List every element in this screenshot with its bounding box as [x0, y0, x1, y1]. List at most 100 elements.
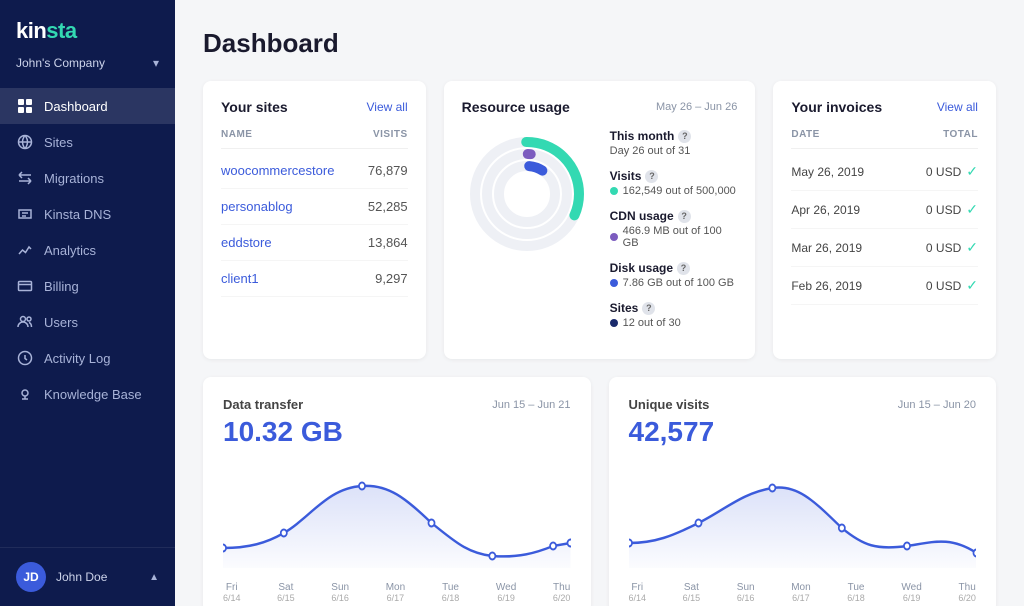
site-row: personablog 52,285	[221, 189, 408, 225]
chart-x-labels: Fri 6/14 Sat 6/15 Sun 6/16 Mon 6/17 Tue	[223, 582, 571, 603]
invoice-row: May 26, 2019 0 USD ✓	[791, 153, 978, 191]
invoice-total: 0 USD ✓	[926, 201, 978, 218]
stat-this-month: This month ? Day 26 out of 31	[610, 129, 738, 157]
site-name[interactable]: woocommercestore	[221, 163, 334, 178]
chart-label: Mon 6/17	[386, 582, 405, 603]
sidebar-item-dashboard[interactable]: Dashboard	[0, 88, 175, 124]
sidebar-item-label: Analytics	[44, 243, 96, 258]
sidebar-item-label: Migrations	[44, 171, 104, 186]
site-name[interactable]: eddstore	[221, 235, 272, 250]
sidebar-item-label: Knowledge Base	[44, 387, 142, 402]
donut-chart	[462, 129, 592, 259]
invoice-date: Mar 26, 2019	[791, 241, 862, 255]
activity-log-icon	[16, 349, 34, 367]
resource-usage-card: Resource usage May 26 – Jun 26	[444, 81, 756, 359]
resource-content: This month ? Day 26 out of 31 Visits ?	[462, 129, 738, 341]
unique-visits-value: 42,577	[629, 416, 977, 448]
disk-help-icon[interactable]: ?	[677, 262, 690, 275]
invoices-card-header: Your invoices View all	[791, 99, 978, 115]
company-name: John's Company	[16, 56, 105, 70]
disk-dot	[610, 279, 618, 287]
company-selector[interactable]: John's Company ▾	[0, 56, 175, 84]
your-sites-card: Your sites View all NAME VISITS woocomme…	[203, 81, 426, 359]
stat-value: 162,549 out of 500,000	[610, 185, 738, 197]
chart-label: Sat 6/15	[683, 582, 701, 603]
stat-label: Sites ?	[610, 301, 738, 315]
sidebar-item-billing[interactable]: Billing	[0, 268, 175, 304]
unique-visits-title: Unique visits	[629, 397, 710, 412]
chevron-down-icon: ▾	[153, 56, 159, 70]
stat-disk: Disk usage ? 7.86 GB out of 100 GB	[610, 261, 738, 289]
invoices-view-all[interactable]: View all	[937, 100, 978, 114]
page-title: Dashboard	[203, 28, 996, 59]
kinsta-logo: kinsta	[16, 18, 159, 44]
chart-label: Tue 6/18	[442, 582, 460, 603]
sidebar-item-knowledge-base[interactable]: Knowledge Base	[0, 376, 175, 412]
sites-card-title: Your sites	[221, 99, 288, 115]
col-date: DATE	[791, 129, 819, 140]
user-menu[interactable]: JD John Doe ▲	[0, 547, 175, 606]
sites-view-all[interactable]: View all	[367, 100, 408, 114]
stat-cdn: CDN usage ? 466.9 MB out of 100 GB	[610, 209, 738, 249]
sidebar-item-users[interactable]: Users	[0, 304, 175, 340]
nav-menu: Dashboard Sites Migrations Kinsta DNS	[0, 84, 175, 547]
stat-sites: Sites ? 12 out of 30	[610, 301, 738, 329]
sidebar: kinsta John's Company ▾ Dashboard Sites …	[0, 0, 175, 606]
site-name[interactable]: client1	[221, 271, 259, 286]
stat-label: CDN usage ?	[610, 209, 738, 223]
bottom-cards-row: Data transfer Jun 15 – Jun 21 10.32 GB	[203, 377, 996, 606]
chart-label: Sat 6/15	[277, 582, 295, 603]
invoice-total: 0 USD ✓	[926, 239, 978, 256]
sidebar-item-label: Dashboard	[44, 99, 108, 114]
sidebar-item-label: Sites	[44, 135, 73, 150]
col-name: NAME	[221, 129, 252, 140]
check-icon: ✓	[966, 239, 978, 256]
avatar: JD	[16, 562, 46, 592]
site-row: woocommercestore 76,879	[221, 153, 408, 189]
col-total: TOTAL	[943, 129, 978, 140]
visits-help-icon[interactable]: ?	[645, 170, 658, 183]
sidebar-item-label: Activity Log	[44, 351, 110, 366]
data-transfer-header: Data transfer Jun 15 – Jun 21	[223, 397, 571, 412]
data-transfer-value: 10.32 GB	[223, 416, 571, 448]
chart-label: Tue 6/18	[847, 582, 865, 603]
invoice-row: Mar 26, 2019 0 USD ✓	[791, 229, 978, 267]
chart-label: Thu 6/20	[553, 582, 571, 603]
chart-label: Sun 6/16	[737, 582, 755, 603]
stat-visits: Visits ? 162,549 out of 500,000	[610, 169, 738, 197]
data-transfer-date: Jun 15 – Jun 21	[492, 399, 570, 411]
invoice-date: Feb 26, 2019	[791, 279, 862, 293]
resource-card-title: Resource usage	[462, 99, 570, 115]
sidebar-item-activity-log[interactable]: Activity Log	[0, 340, 175, 376]
invoice-total: 0 USD ✓	[926, 163, 978, 180]
invoice-date: May 26, 2019	[791, 165, 864, 179]
chart-label: Fri 6/14	[629, 582, 647, 603]
check-icon: ✓	[966, 201, 978, 218]
sidebar-item-migrations[interactable]: Migrations	[0, 160, 175, 196]
check-icon: ✓	[966, 163, 978, 180]
user-name: John Doe	[56, 570, 139, 584]
sidebar-item-analytics[interactable]: Analytics	[0, 232, 175, 268]
chart-label: Fri 6/14	[223, 582, 241, 603]
site-visits: 52,285	[368, 199, 408, 214]
cdn-help-icon[interactable]: ?	[678, 210, 691, 223]
chart-label: Mon 6/17	[791, 582, 810, 603]
stat-label: This month ?	[610, 129, 738, 143]
dns-icon	[16, 205, 34, 223]
sites-help-icon[interactable]: ?	[642, 302, 655, 315]
sidebar-item-kinsta-dns[interactable]: Kinsta DNS	[0, 196, 175, 232]
this-month-help-icon[interactable]: ?	[678, 130, 691, 143]
billing-icon	[16, 277, 34, 295]
invoice-row: Apr 26, 2019 0 USD ✓	[791, 191, 978, 229]
resource-stats: This month ? Day 26 out of 31 Visits ?	[610, 129, 738, 341]
logo-area: kinsta	[0, 0, 175, 56]
site-row: eddstore 13,864	[221, 225, 408, 261]
site-visits: 76,879	[368, 163, 408, 178]
check-icon: ✓	[966, 277, 978, 294]
site-name[interactable]: personablog	[221, 199, 293, 214]
stat-value: Day 26 out of 31	[610, 145, 738, 157]
stat-label: Disk usage ?	[610, 261, 738, 275]
sidebar-item-sites[interactable]: Sites	[0, 124, 175, 160]
chevron-up-icon: ▲	[149, 572, 159, 583]
invoices-card-title: Your invoices	[791, 99, 882, 115]
